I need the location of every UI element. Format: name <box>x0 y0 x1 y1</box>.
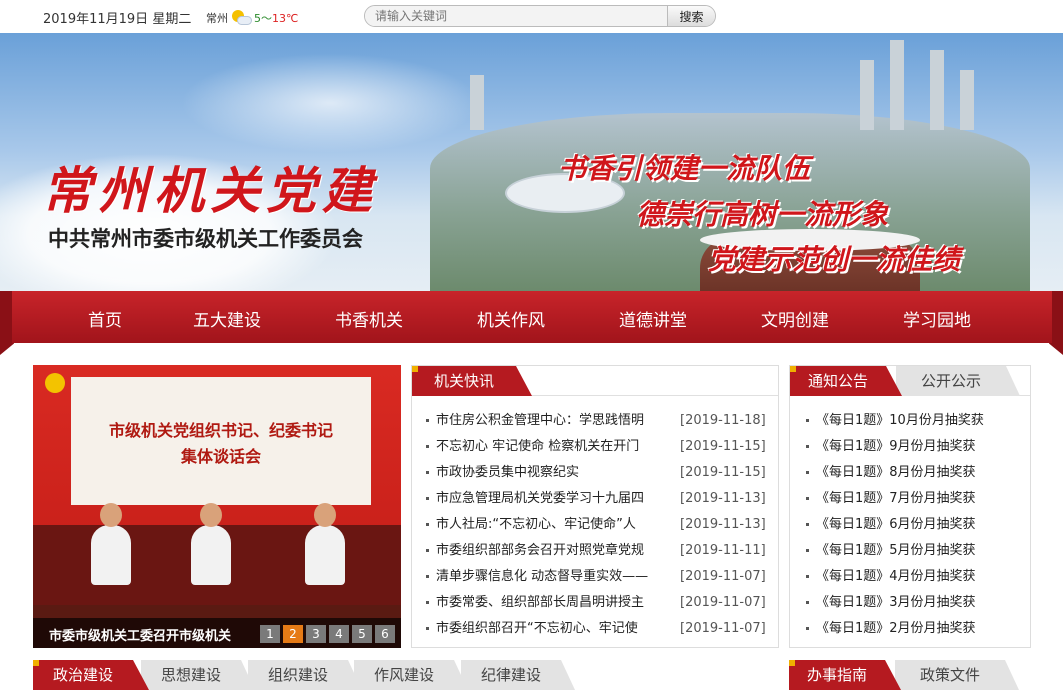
construction-tabs: 纪律建设 作风建设 组织建设 思想建设 政治建设 <box>33 660 779 690</box>
nav-moral-lecture[interactable]: 道德讲堂 <box>619 306 687 331</box>
list-item[interactable]: 清单步骤信息化 动态督导重实效—— [2019-11-07] <box>426 564 771 590</box>
news-slideshow[interactable]: 市级机关党组织书记、纪委书记 集体谈话会 市委市级机关工委召开市级机关 1 2 … <box>33 365 401 648</box>
slide-page-4[interactable]: 4 <box>329 625 349 643</box>
search-box: 搜索 <box>364 5 716 27</box>
tab-policy-docs[interactable]: 政策文件 <box>895 660 1019 690</box>
list-item[interactable]: 《每日1题》9月份月抽奖获 <box>806 434 1026 460</box>
slogan-1: 书香引领建一流队伍 <box>558 152 811 185</box>
list-item[interactable]: 市委组织部召开“不忘初心、牢记使 [2019-11-07] <box>426 616 771 642</box>
tab-organization[interactable]: 组织建设 <box>248 660 362 690</box>
slide-board: 市级机关党组织书记、纪委书记 集体谈话会 <box>71 377 371 505</box>
list-item[interactable]: 市委常委、组织部部长周昌明讲授主 [2019-11-07] <box>426 590 771 616</box>
list-item[interactable]: 《每日1题》4月份月抽奖获 <box>806 564 1026 590</box>
top-bar: 2019年11月19日 星期二 常州 5～13℃ 搜索 <box>0 0 1063 33</box>
tab-style[interactable]: 作风建设 <box>354 660 468 690</box>
slide-pager: 1 2 3 4 5 6 <box>257 625 395 643</box>
slide-board-line2: 集体谈话会 <box>180 447 261 466</box>
list-item[interactable]: 《每日1题》8月份月抽奖获 <box>806 460 1026 486</box>
tab-announcements[interactable]: 通知公告 <box>790 366 902 396</box>
slogan-3: 党建示范创一流佳绩 <box>708 243 961 276</box>
weather-widget: 常州 5～13℃ <box>206 9 298 27</box>
list-item[interactable]: 不忘初心 牢记使命 检察机关在开门 [2019-11-15] <box>426 434 771 460</box>
nav-agency-style[interactable]: 机关作风 <box>477 306 545 331</box>
slogan-2: 德崇行高树一流形象 <box>636 198 889 231</box>
site-subtitle: 中共常州市委市级机关工作委员会 <box>48 227 363 251</box>
tab-public-notice[interactable]: 公开公示 <box>896 366 1020 396</box>
slide-board-line1: 市级机关党组织书记、纪委书记 <box>108 421 333 440</box>
list-item[interactable]: 《每日1题》7月份月抽奖获 <box>806 486 1026 512</box>
list-item[interactable]: 《每日1题》10月份月抽奖获 <box>806 408 1026 434</box>
party-emblem-icon <box>45 373 65 393</box>
list-item[interactable]: 市住房公积金管理中心：学思践悟明 [2019-11-18] <box>426 408 771 434</box>
slide-page-1[interactable]: 1 <box>260 625 280 643</box>
slide-caption[interactable]: 市委市级机关工委召开市级机关 <box>49 625 231 644</box>
nav-scholarly-agencies[interactable]: 书香机关 <box>335 306 403 331</box>
list-item[interactable]: 《每日1题》5月份月抽奖获 <box>806 538 1026 564</box>
list-item[interactable]: 市委组织部部务会召开对照党章党规 [2019-11-11] <box>426 538 771 564</box>
tab-agency-news[interactable]: 机关快讯 <box>412 366 532 396</box>
list-item[interactable]: 市应急管理局机关党委学习十九届四 [2019-11-13] <box>426 486 771 512</box>
list-item[interactable]: 市人社局:“不忘初心、牢记使命”人 [2019-11-13] <box>426 512 771 538</box>
nav-learning-garden[interactable]: 学习园地 <box>903 306 971 331</box>
current-date: 2019年11月19日 星期二 <box>43 12 192 27</box>
temperature: 5～13℃ <box>254 12 299 25</box>
tab-politics[interactable]: 政治建设 <box>33 660 149 690</box>
partly-cloudy-icon <box>230 9 252 27</box>
list-item[interactable]: 市政协委员集中视察纪实 [2019-11-15] <box>426 460 771 486</box>
news-list: 市住房公积金管理中心：学思践悟明 [2019-11-18] 不忘初心 牢记使命 检… <box>426 408 771 642</box>
list-item[interactable]: 《每日1题》6月份月抽奖获 <box>806 512 1026 538</box>
slide-caption-bar: 市委市级机关工委召开市级机关 1 2 3 4 5 6 <box>33 618 401 648</box>
main-nav: 首页 五大建设 书香机关 机关作风 道德讲堂 文明创建 学习园地 <box>12 291 1052 343</box>
notice-list: 《每日1题》10月份月抽奖获 《每日1题》9月份月抽奖获 《每日1题》8月份月抽… <box>806 408 1026 642</box>
nav-home[interactable]: 首页 <box>88 306 122 331</box>
notice-panel: 公开公示 通知公告 《每日1题》10月份月抽奖获 《每日1题》9月份月抽奖获 《… <box>789 365 1031 648</box>
slide-page-3[interactable]: 3 <box>306 625 326 643</box>
search-button[interactable]: 搜索 <box>667 6 715 26</box>
nav-five-constructions[interactable]: 五大建设 <box>193 306 261 331</box>
weather-city: 常州 <box>206 12 228 25</box>
search-input[interactable] <box>365 6 669 26</box>
slide-page-5[interactable]: 5 <box>352 625 372 643</box>
tab-discipline[interactable]: 纪律建设 <box>461 660 575 690</box>
nav-civilization[interactable]: 文明创建 <box>761 306 829 331</box>
guide-tabs: 政策文件 办事指南 <box>789 660 1031 690</box>
tab-ideology[interactable]: 思想建设 <box>141 660 255 690</box>
header-banner: 常州机关党建 中共常州市委市级机关工作委员会 书香引领建一流队伍 德崇行高树一流… <box>0 33 1063 295</box>
slide-page-2[interactable]: 2 <box>283 625 303 643</box>
site-title: 常州机关党建 <box>42 161 378 220</box>
slide-page-6[interactable]: 6 <box>375 625 395 643</box>
list-item[interactable]: 《每日1题》3月份月抽奖获 <box>806 590 1026 616</box>
list-item[interactable]: 《每日1题》2月份月抽奖获 <box>806 616 1026 642</box>
news-panel: 机关快讯 市住房公积金管理中心：学思践悟明 [2019-11-18] 不忘初心 牢… <box>411 365 779 648</box>
tab-service-guide[interactable]: 办事指南 <box>789 660 901 690</box>
